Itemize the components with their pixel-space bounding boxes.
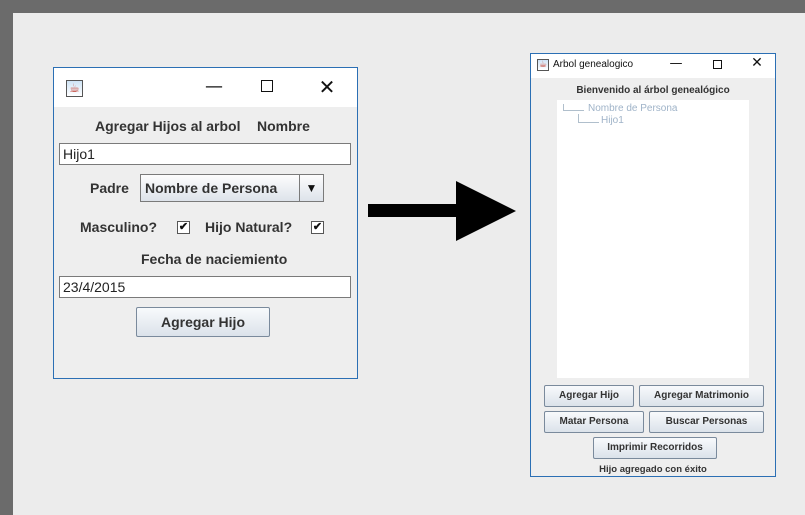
status-message: Hijo agregado con éxito	[599, 464, 707, 475]
main-titlebar: ☕ Arbol genealogico — ✕	[531, 54, 775, 78]
masculino-label: Masculino?	[80, 219, 158, 235]
fecha-field[interactable]: 23/4/2015	[59, 276, 351, 298]
hijo-natural-label: Hijo Natural?	[205, 219, 293, 235]
dialog-titlebar: ☕ — ✕	[54, 68, 357, 107]
minimize-icon[interactable]: —	[669, 56, 683, 71]
agregar-hijo-submit-button[interactable]: Agregar Hijo	[136, 307, 270, 337]
padre-select[interactable]: Nombre de Persona ▼	[140, 174, 324, 202]
tree-connector	[563, 104, 584, 111]
nombre-field[interactable]: Hijo1	[59, 143, 351, 165]
close-icon[interactable]: ✕	[750, 55, 764, 71]
outer-frame-left	[0, 0, 13, 515]
minimize-icon[interactable]: —	[204, 76, 224, 97]
buscar-personas-button[interactable]: Buscar Personas	[649, 411, 764, 433]
java-cup-icon: ☕	[537, 59, 549, 71]
padre-label: Padre	[90, 180, 129, 196]
check-icon: ✔	[178, 221, 189, 233]
window-title: Arbol genealogico	[553, 59, 634, 70]
chevron-down-icon[interactable]: ▼	[299, 175, 323, 201]
welcome-label: Bienvenido al árbol genealógico	[576, 85, 730, 96]
imprimir-recorridos-button[interactable]: Imprimir Recorridos	[593, 437, 717, 459]
tree-connector	[578, 114, 599, 123]
agregar-matrimonio-button[interactable]: Agregar Matrimonio	[639, 385, 764, 407]
java-cup-icon: ☕	[66, 80, 83, 97]
right-arrow-head	[456, 181, 516, 241]
check-icon: ✔	[312, 221, 323, 233]
tree-node-root[interactable]: Nombre de Persona	[588, 103, 678, 114]
matar-persona-button[interactable]: Matar Persona	[544, 411, 644, 433]
close-icon[interactable]: ✕	[317, 75, 337, 99]
right-arrow-icon	[368, 204, 460, 217]
dialog-heading: Agregar Hijos al arbol	[95, 118, 241, 134]
main-window: ☕ Arbol genealogico — ✕ Bienvenido al ár…	[530, 53, 776, 477]
hijo-natural-checkbox[interactable]: ✔	[311, 221, 324, 234]
family-tree-view[interactable]: Nombre de Persona Hijo1	[557, 100, 749, 378]
fecha-label: Fecha de naciemiento	[141, 251, 288, 267]
nombre-label: Nombre	[257, 118, 310, 134]
agregar-hijo-button[interactable]: Agregar Hijo	[544, 385, 634, 407]
masculino-checkbox[interactable]: ✔	[177, 221, 190, 234]
add-child-dialog: ☕ — ✕ Agregar Hijos al arbol Nombre Hijo…	[53, 67, 358, 379]
outer-frame-top	[0, 0, 805, 13]
tree-node-child[interactable]: Hijo1	[601, 115, 624, 126]
maximize-icon[interactable]	[713, 60, 722, 69]
maximize-icon[interactable]	[261, 80, 273, 92]
padre-selected-value: Nombre de Persona	[145, 180, 278, 196]
